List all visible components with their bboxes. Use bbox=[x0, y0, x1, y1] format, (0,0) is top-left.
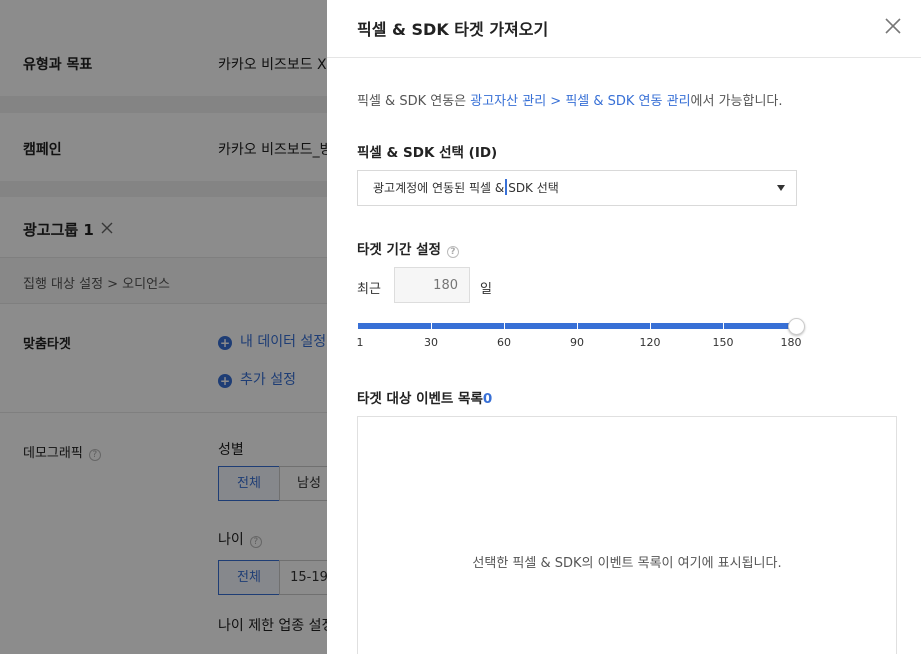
event-list-empty-text: 선택한 픽셀 & SDK의 이벤트 목록이 여기에 표시됩니다. bbox=[472, 556, 782, 571]
pixel-sdk-select[interactable]: 광고계정에 연동된 픽셀 & SDK 선택 bbox=[357, 170, 797, 206]
asset-management-link[interactable]: 광고자산 관리 > 픽셀 & SDK 연동 관리 bbox=[470, 94, 690, 109]
slider-tick bbox=[577, 323, 578, 329]
info-prefix: 픽셀 & SDK 연동은 bbox=[357, 94, 471, 109]
divider bbox=[327, 57, 921, 58]
text-cursor bbox=[505, 179, 508, 195]
events-label: 타겟 대상 이벤트 목록 bbox=[357, 391, 483, 407]
select-placeholder-after: SDK 선택 bbox=[508, 181, 559, 195]
events-label-wrap: 타겟 대상 이벤트 목록0 bbox=[357, 387, 492, 407]
dropdown-arrow-icon bbox=[777, 185, 785, 191]
period-label: 타겟 기간 설정 bbox=[357, 242, 441, 258]
recent-label: 최근 bbox=[357, 282, 381, 297]
days-input[interactable] bbox=[394, 267, 470, 303]
slider-tick bbox=[431, 323, 432, 329]
slider-tick-label: 60 bbox=[497, 336, 511, 349]
slider-thumb[interactable] bbox=[788, 318, 805, 335]
days-unit: 일 bbox=[480, 282, 492, 297]
info-suffix: 에서 가능합니다. bbox=[690, 94, 783, 109]
pixel-select-label: 픽셀 & SDK 선택 (ID) bbox=[357, 145, 498, 161]
close-icon[interactable] bbox=[883, 16, 903, 36]
slider-tick-label: 90 bbox=[570, 336, 584, 349]
period-slider[interactable]: 1 30 60 90 120 150 180 bbox=[356, 318, 805, 358]
slider-tick-label: 180 bbox=[780, 336, 802, 349]
slider-tick-label: 1 bbox=[356, 336, 364, 349]
event-list: 선택한 픽셀 & SDK의 이벤트 목록이 여기에 표시됩니다. bbox=[357, 416, 897, 654]
pixel-sdk-drawer: 픽셀 & SDK 타겟 가져오기 픽셀 & SDK 연동은 광고자산 관리 > … bbox=[327, 0, 921, 654]
select-placeholder-before: 광고계정에 연동된 픽셀 & bbox=[373, 181, 505, 195]
slider-tick bbox=[650, 323, 651, 329]
period-label-wrap: 타겟 기간 설정? bbox=[357, 238, 459, 258]
slider-tick bbox=[723, 323, 724, 329]
slider-tick-label: 120 bbox=[639, 336, 661, 349]
info-text: 픽셀 & SDK 연동은 광고자산 관리 > 픽셀 & SDK 연동 관리에서 … bbox=[357, 90, 783, 109]
events-count: 0 bbox=[482, 391, 493, 407]
slider-tick bbox=[504, 323, 505, 329]
slider-tick-label: 150 bbox=[712, 336, 734, 349]
help-icon[interactable]: ? bbox=[446, 246, 459, 258]
drawer-title: 픽셀 & SDK 타겟 가져오기 bbox=[357, 20, 549, 39]
slider-tick-label: 30 bbox=[424, 336, 438, 349]
